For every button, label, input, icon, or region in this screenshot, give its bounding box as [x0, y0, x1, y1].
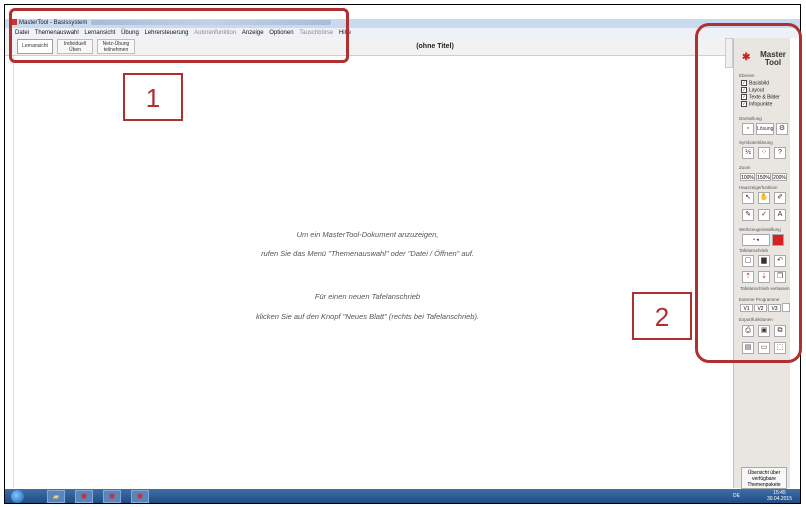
overview-themenpakete-button[interactable]: Übersicht über verfügbare Themenpakete: [741, 467, 787, 489]
hint-line-2: rufen Sie das Menü "Themenauswahl" oder …: [261, 249, 474, 258]
taskbar-app-mastertool-active-icon[interactable]: ✱: [131, 490, 149, 503]
language-indicator[interactable]: DE: [733, 493, 740, 499]
system-clock[interactable]: 15:45 30.04.2015: [767, 490, 792, 502]
taskbar-app-mastertool-icon[interactable]: ✱: [103, 490, 121, 503]
annotation-highlight-1: [9, 8, 349, 63]
windows-taskbar: ▰ ✱ ✱ ✱ DE 15:45 30.04.2015: [5, 489, 800, 503]
hint-line-4: klicken Sie auf den Knopf "Neues Blatt" …: [255, 312, 480, 321]
hint-line-3: Für einen neuen Tafelanschrieb: [314, 292, 421, 301]
explorer-folder-icon[interactable]: ▰: [47, 490, 65, 503]
taskbar-app-star-icon[interactable]: ✱: [75, 490, 93, 503]
annotation-highlight-2: [695, 23, 802, 363]
hint-line-1: Um ein MasterTool-Dokument anzuzeigen,: [296, 230, 439, 239]
annotation-label-1: 1: [123, 73, 183, 121]
start-orb-icon[interactable]: [11, 490, 24, 503]
annotation-label-2: 2: [632, 292, 692, 340]
document-area[interactable]: Um ein MasterTool-Dokument anzuzeigen, r…: [13, 56, 721, 488]
